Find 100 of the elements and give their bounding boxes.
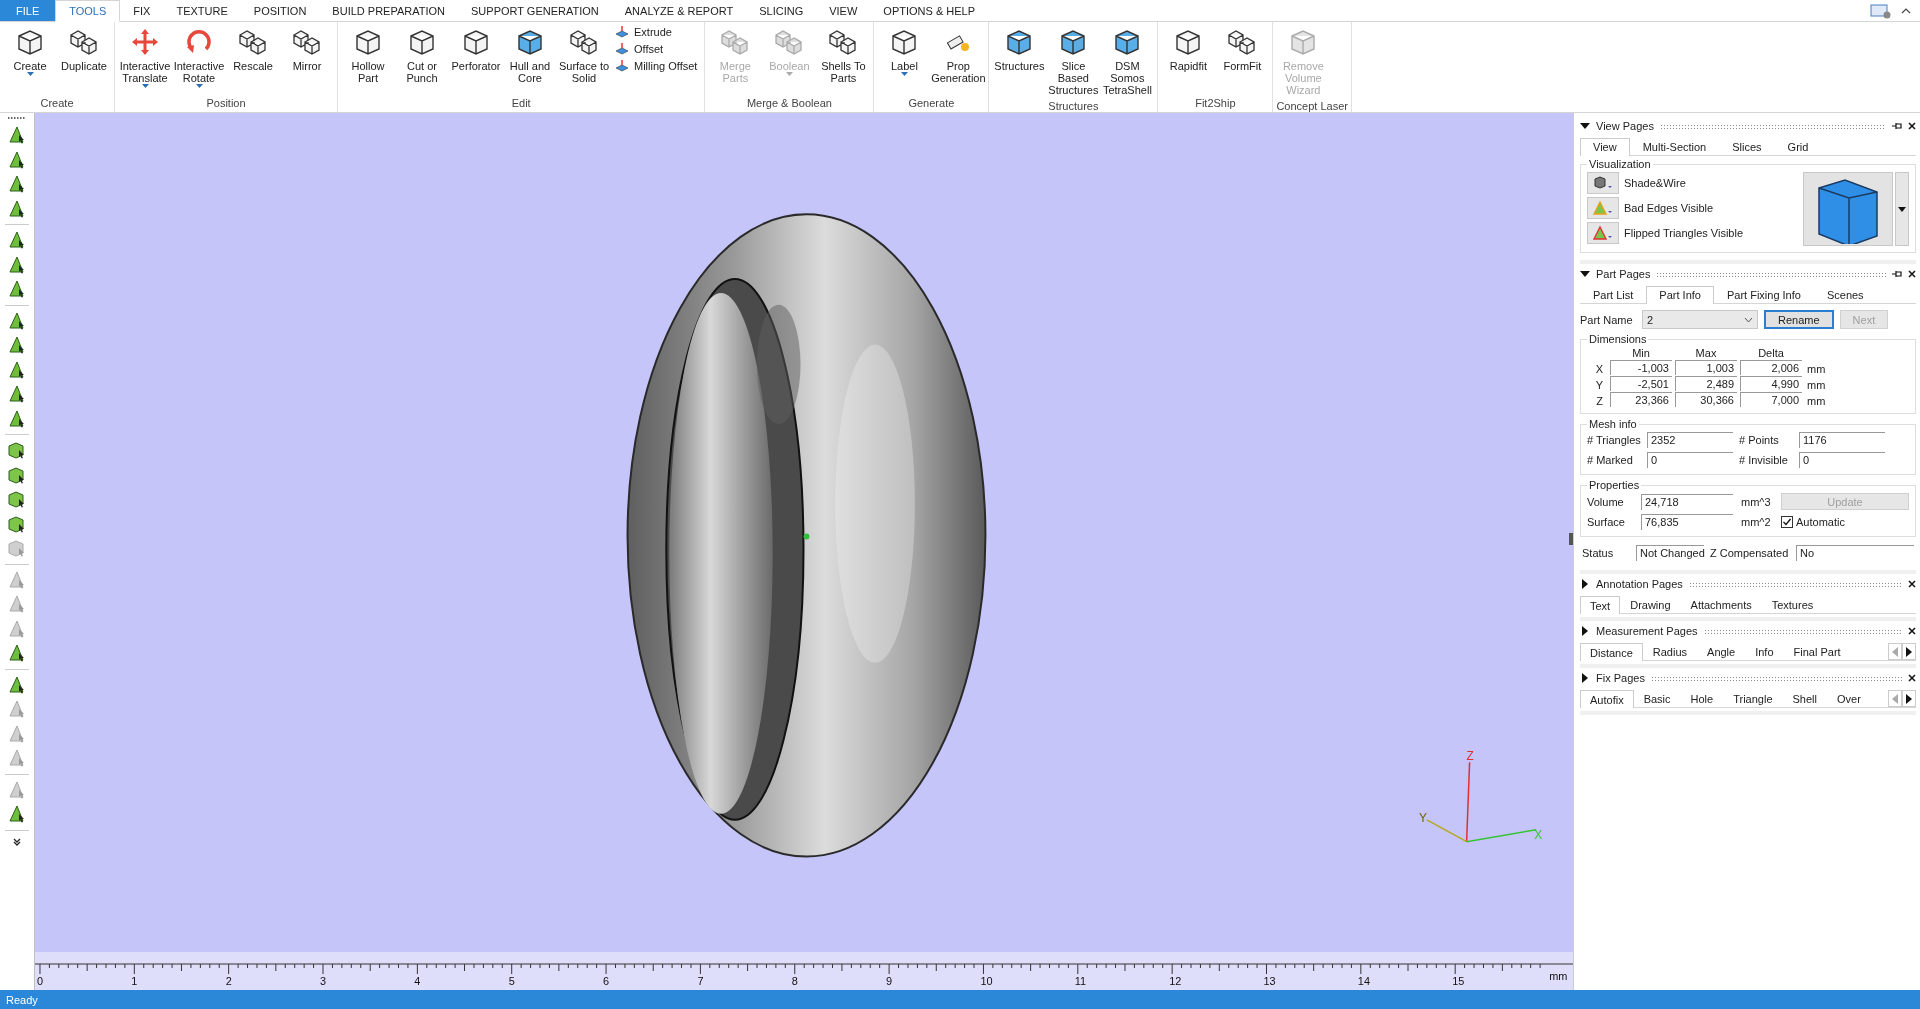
expand-toggle-icon[interactable]: [1580, 626, 1590, 636]
ribbon-button[interactable]: Structures: [992, 25, 1047, 74]
expand-toggle-icon[interactable]: [1580, 579, 1590, 589]
close-icon[interactable]: [1908, 122, 1916, 130]
ribbon-button[interactable]: Duplicate: [57, 25, 111, 74]
ribbon-button[interactable]: Mirror: [280, 25, 334, 74]
ribbon-button[interactable]: Create: [3, 25, 57, 78]
ribbon-small-button[interactable]: Milling Offset: [615, 59, 698, 73]
dimension-value[interactable]: 2,006: [1740, 360, 1802, 375]
panel-tab[interactable]: Text: [1580, 596, 1621, 614]
close-icon[interactable]: [1908, 270, 1916, 278]
panel-tab[interactable]: Part Info: [1646, 286, 1714, 304]
panel-tab[interactable]: Hole: [1680, 690, 1724, 707]
dimension-value[interactable]: 1,003: [1675, 360, 1737, 375]
close-icon[interactable]: [1908, 674, 1916, 682]
value-field[interactable]: Not Changed: [1636, 545, 1704, 561]
ribbon-button[interactable]: Rescale: [226, 25, 280, 74]
ribbon-small-button[interactable]: Offset: [615, 42, 698, 56]
panel-tab[interactable]: Attachments: [1680, 596, 1762, 613]
panel-tab[interactable]: Part List: [1580, 286, 1647, 303]
panel-tab[interactable]: Final Part: [1783, 643, 1851, 660]
panel-tab[interactable]: Angle: [1697, 643, 1746, 660]
dimension-value[interactable]: -2,501: [1610, 376, 1672, 391]
value-field[interactable]: 0: [1799, 452, 1885, 468]
value-field[interactable]: 1176: [1799, 432, 1885, 448]
ribbon-tab[interactable]: POSITION: [240, 0, 320, 21]
panel-tab[interactable]: Textures: [1761, 596, 1824, 613]
ribbon-tab[interactable]: OPTIONS & HELP: [870, 0, 989, 21]
panel-tab[interactable]: Drawing: [1620, 596, 1681, 613]
panel-tab[interactable]: Multi-Section: [1629, 138, 1720, 155]
cube-preview[interactable]: [1803, 172, 1893, 246]
expand-toggle-icon[interactable]: [1580, 673, 1590, 683]
ribbon-button[interactable]: Perforator: [449, 25, 503, 74]
panel-tab[interactable]: Grid: [1774, 138, 1822, 155]
value-field[interactable]: 24,718: [1641, 493, 1733, 510]
ribbon-small-button[interactable]: Extrude: [615, 25, 698, 39]
group-title: Visualization: [1588, 158, 1652, 170]
ribbon-button[interactable]: Interactive Rotate: [172, 25, 226, 90]
ribbon-button[interactable]: FormFit: [1215, 25, 1270, 74]
dimension-value[interactable]: 23,366: [1610, 392, 1672, 407]
scroll-right-button[interactable]: [1902, 643, 1916, 660]
panel-tab[interactable]: Part Fixing Info: [1713, 286, 1814, 303]
ribbon-button[interactable]: Shells To Parts: [816, 25, 871, 86]
ribbon-button[interactable]: Label: [877, 25, 932, 78]
value-field[interactable]: 0: [1647, 452, 1733, 468]
expand-toggle-icon[interactable]: [1580, 121, 1590, 131]
ribbon-tab[interactable]: VIEW: [816, 0, 871, 21]
ribbon-button[interactable]: Surface to Solid: [557, 25, 611, 86]
dimension-value[interactable]: -1,003: [1610, 360, 1672, 375]
close-icon[interactable]: [1908, 580, 1916, 588]
ribbon-button[interactable]: DSM Somos TetraShell: [1100, 25, 1155, 98]
panel-tab[interactable]: Triangle: [1723, 690, 1783, 707]
double-chevron-icon[interactable]: [12, 836, 22, 847]
ribbon-button[interactable]: Interactive Translate: [118, 25, 172, 90]
close-icon[interactable]: [1908, 627, 1916, 635]
ruler-label: 15: [1452, 974, 1465, 987]
pin-icon[interactable]: [1892, 270, 1902, 278]
panel-tab[interactable]: Scenes: [1813, 286, 1877, 303]
ribbon-tab[interactable]: BUILD PREPARATION: [319, 0, 459, 21]
panel-splitter-handle[interactable]: [1569, 532, 1573, 545]
panel-tab[interactable]: Over: [1827, 690, 1871, 707]
panel-tab[interactable]: Distance: [1580, 643, 1643, 661]
visualization-option-button[interactable]: [1587, 172, 1619, 194]
ribbon-tab[interactable]: FIX: [120, 0, 164, 21]
panel-tab[interactable]: Autofix: [1580, 690, 1634, 708]
field-label: # Marked: [1587, 454, 1634, 466]
dimension-value[interactable]: 2,489: [1675, 376, 1737, 391]
visualization-option-button[interactable]: [1587, 222, 1619, 244]
ribbon-button[interactable]: Hollow Part: [341, 25, 395, 86]
window-layout-icon[interactable]: [1870, 2, 1892, 19]
panel-tab[interactable]: Basic: [1633, 690, 1681, 707]
value-field[interactable]: 2352: [1647, 432, 1733, 448]
ribbon-button[interactable]: Hull and Core: [503, 25, 557, 86]
ribbon-tab[interactable]: TOOLS: [55, 0, 121, 22]
file-menu-tab[interactable]: FILE: [0, 0, 56, 21]
value-field[interactable]: No: [1796, 545, 1914, 561]
ribbon-tab[interactable]: ANALYZE & REPORT: [611, 0, 747, 21]
ribbon-button[interactable]: Cut or Punch: [395, 25, 449, 86]
ribbon-button[interactable]: Slice Based Structures: [1046, 25, 1101, 98]
panel-tab[interactable]: Info: [1745, 643, 1784, 660]
panel-tab[interactable]: View: [1580, 138, 1630, 156]
scroll-right-button[interactable]: [1902, 690, 1916, 707]
ribbon-tab[interactable]: SUPPORT GENERATION: [458, 0, 612, 21]
ribbon-tab[interactable]: TEXTURE: [163, 0, 241, 21]
panel-tab[interactable]: Shell: [1782, 690, 1827, 707]
ribbon-button[interactable]: Rapidfit: [1161, 25, 1216, 74]
panel-tab[interactable]: Radius: [1642, 643, 1698, 660]
ribbon-button[interactable]: Prop Generation: [931, 25, 986, 86]
pin-icon[interactable]: [1892, 122, 1902, 130]
panel-tab[interactable]: Slices: [1719, 138, 1775, 155]
expand-toggle-icon[interactable]: [1580, 269, 1590, 279]
rename-button[interactable]: Rename: [1764, 310, 1834, 329]
dimension-value[interactable]: 4,990: [1740, 376, 1802, 391]
ribbon-tab[interactable]: SLICING: [746, 0, 817, 21]
ruler-label: 4: [414, 974, 421, 987]
dimension-value[interactable]: 7,000: [1740, 392, 1802, 407]
dimension-value[interactable]: 30,366: [1675, 392, 1737, 407]
part-name-dropdown[interactable]: 2: [1642, 310, 1758, 329]
value-field[interactable]: 76,835: [1641, 514, 1733, 530]
checkbox[interactable]: [1781, 516, 1793, 528]
